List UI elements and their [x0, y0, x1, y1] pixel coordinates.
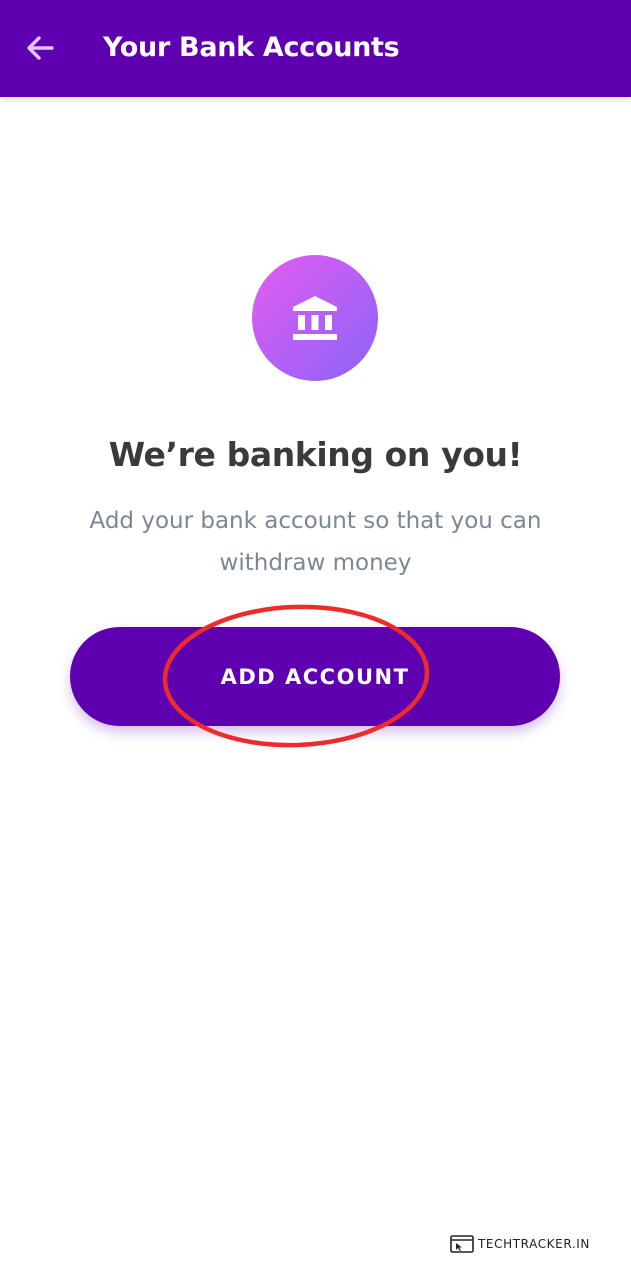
watermark-text: TECHTRACKER.IN — [478, 1237, 590, 1251]
empty-state-description: Add your bank account so that you can wi… — [89, 508, 542, 576]
browser-cursor-icon — [450, 1235, 474, 1253]
app-bar: Your Bank Accounts — [0, 0, 631, 97]
page-title: Your Bank Accounts — [103, 32, 400, 63]
arrow-left-icon — [27, 36, 54, 60]
bank-icon-badge — [252, 255, 378, 381]
back-button[interactable] — [18, 26, 62, 70]
watermark: TECHTRACKER.IN — [450, 1234, 590, 1254]
empty-state-headline: We’re banking on you! — [108, 435, 523, 474]
bank-icon — [293, 296, 337, 340]
bank-accounts-screen: Your Bank Accounts We’re banking on you!… — [0, 0, 631, 1280]
add-account-button[interactable]: ADD ACCOUNT — [70, 627, 560, 726]
